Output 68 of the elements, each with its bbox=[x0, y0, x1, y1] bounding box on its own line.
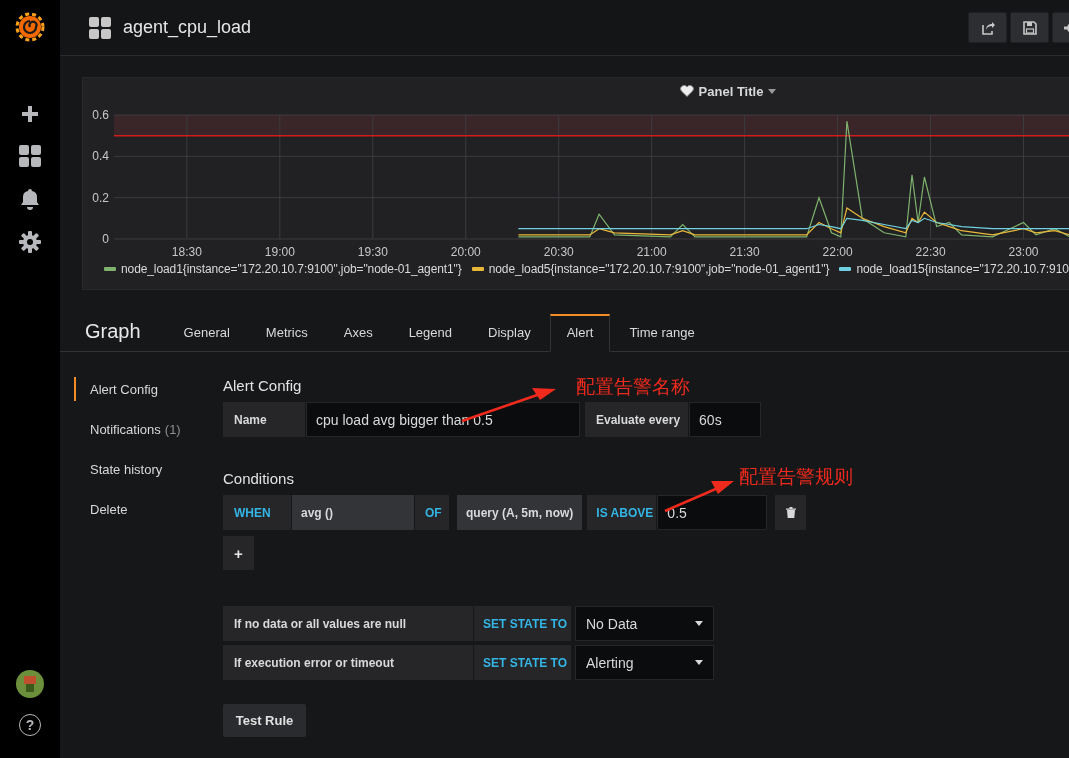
keyword-label: SET STATE TO bbox=[474, 606, 571, 641]
alert-menu-item[interactable]: Delete bbox=[74, 497, 223, 521]
section-heading: Conditions bbox=[223, 470, 294, 487]
axis-label: 20:30 bbox=[543, 245, 574, 259]
bell-icon[interactable] bbox=[20, 188, 40, 210]
caret-icon bbox=[695, 660, 703, 665]
section-heading: Alert Config bbox=[223, 377, 302, 394]
editor-tab[interactable]: Legend bbox=[391, 314, 470, 352]
editor-tab[interactable]: Axes bbox=[326, 314, 390, 352]
settings-icon[interactable] bbox=[19, 231, 41, 253]
interval-input[interactable]: 60s bbox=[689, 402, 762, 437]
axis-label: 0 bbox=[102, 232, 109, 246]
test-rule-button[interactable]: Test Rule bbox=[223, 704, 306, 737]
editor-tab[interactable]: Time range bbox=[612, 314, 712, 352]
editor-tab[interactable]: General bbox=[166, 314, 247, 352]
axis-label: 21:30 bbox=[729, 245, 760, 259]
field-label: Evaluate every bbox=[585, 402, 689, 437]
plus-icon[interactable] bbox=[20, 104, 40, 124]
trash-icon bbox=[785, 507, 796, 518]
editor-tab[interactable]: Display bbox=[471, 314, 548, 352]
keyword-label: WHEN bbox=[223, 495, 291, 530]
alert-menu-item[interactable]: Alert Config bbox=[74, 377, 223, 401]
axis-label: 19:00 bbox=[264, 245, 295, 259]
axis-label: 22:00 bbox=[822, 245, 853, 259]
axis-label: 22:30 bbox=[915, 245, 946, 259]
rule-label: If no data or all values are null bbox=[223, 606, 473, 641]
avatar[interactable] bbox=[16, 670, 44, 698]
keyword-label: SET STATE TO bbox=[474, 645, 571, 680]
editor-tab[interactable]: Alert bbox=[549, 314, 611, 352]
delete-button[interactable] bbox=[775, 495, 807, 530]
axis-label: 21:00 bbox=[636, 245, 667, 259]
share-button[interactable] bbox=[968, 12, 1007, 43]
caret-icon bbox=[695, 621, 703, 626]
query-selector[interactable]: query (A, 5m, now) bbox=[457, 495, 583, 530]
legend-label[interactable]: node_load1{instance="172.20.10.7:9100",job="node-01_agent1"} bbox=[121, 262, 462, 276]
caret-icon[interactable] bbox=[768, 88, 777, 94]
share-icon bbox=[979, 19, 996, 36]
axis-label: 18:30 bbox=[171, 245, 202, 259]
field-label: Name bbox=[223, 402, 305, 437]
add-condition-button[interactable]: + bbox=[223, 536, 254, 570]
logo-icon[interactable] bbox=[15, 12, 45, 42]
axis-label: 0.4 bbox=[92, 149, 109, 164]
axis-label: 19:30 bbox=[357, 245, 388, 259]
axis-label: 20:00 bbox=[450, 245, 481, 259]
state-dropdown[interactable]: Alerting bbox=[575, 645, 714, 680]
alert-menu-item[interactable]: State history bbox=[74, 457, 223, 481]
state-dropdown[interactable]: No Data bbox=[575, 606, 714, 641]
legend-label[interactable]: node_load5{instance="172.20.10.7:9100",job="node-01_agent1"} bbox=[488, 262, 830, 276]
dashboard-grid-icon bbox=[89, 16, 111, 39]
evaluator-selector[interactable]: IS ABOVE bbox=[587, 495, 657, 530]
dashboards-icon[interactable] bbox=[19, 145, 41, 167]
panel-title[interactable]: Panel Title bbox=[698, 83, 764, 99]
reducer-selector[interactable]: avg () bbox=[292, 495, 414, 530]
dashboard-title[interactable]: agent_cpu_load bbox=[123, 17, 252, 38]
alert-menu-item[interactable]: Notifications (1) bbox=[74, 417, 223, 441]
save-icon bbox=[1021, 19, 1038, 36]
annotation-text: 配置告警名称 bbox=[576, 374, 690, 399]
annotation-text: 配置告警规则 bbox=[739, 464, 853, 489]
heart-icon bbox=[679, 85, 694, 97]
keyword-label: OF bbox=[415, 495, 449, 530]
save-button[interactable] bbox=[1010, 12, 1049, 43]
legend-label[interactable]: node_load15{instance="172.20.10.7:910 bbox=[856, 262, 1069, 276]
rule-label: If execution error or timeout bbox=[223, 645, 473, 680]
editor-title: Graph bbox=[85, 320, 141, 344]
axis-label: 0.6 bbox=[92, 108, 109, 122]
editor-tab[interactable]: Metrics bbox=[248, 314, 325, 352]
axis-label: 23:00 bbox=[1008, 245, 1039, 259]
axis-label: 0.2 bbox=[92, 190, 109, 205]
